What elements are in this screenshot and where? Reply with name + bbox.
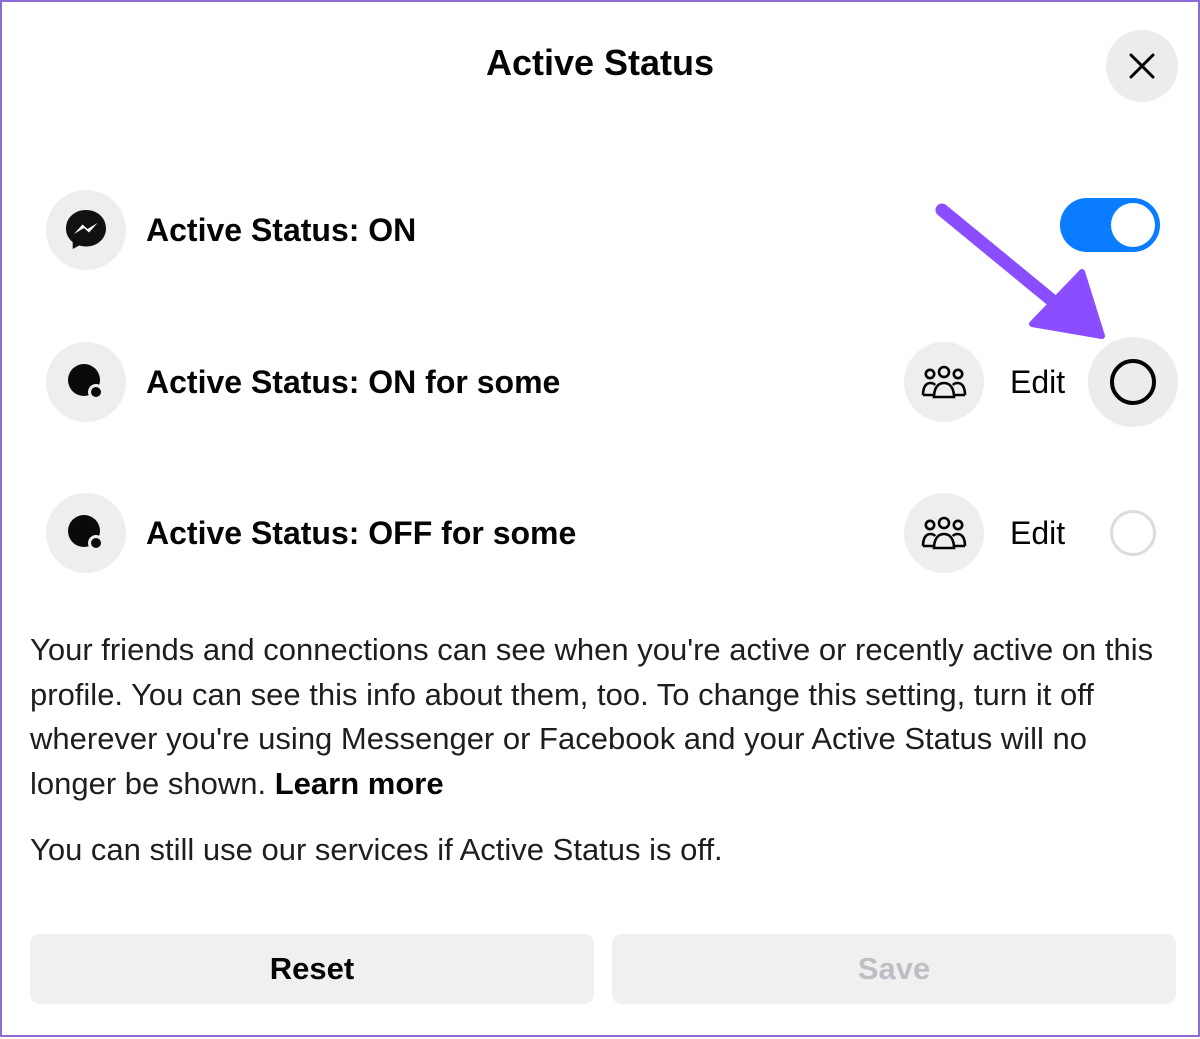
people-icon [921, 516, 967, 550]
active-status-toggle[interactable] [1060, 198, 1160, 252]
toggle-knob [1111, 203, 1155, 247]
reset-button[interactable]: Reset [30, 934, 594, 1004]
status-icon-badge [46, 493, 126, 573]
edit-link-off-for-some[interactable]: Edit [1010, 513, 1065, 553]
radio-circle [1110, 359, 1156, 405]
status-dot-icon [68, 515, 104, 551]
option-label-on: Active Status: ON [146, 212, 417, 248]
option-label-on-for-some: Active Status: ON for some [146, 364, 561, 400]
people-icon [921, 365, 967, 399]
save-button[interactable]: Save [612, 934, 1176, 1004]
edit-link-on-for-some[interactable]: Edit [1010, 362, 1065, 402]
radio-off-for-some[interactable] [1088, 488, 1178, 578]
radio-circle [1110, 510, 1156, 556]
close-button[interactable] [1106, 30, 1178, 102]
active-status-dialog: Active Status Active Status: ON Active S… [0, 0, 1200, 1037]
option-label-off-for-some: Active Status: OFF for some [146, 515, 577, 551]
dialog-title: Active Status [485, 42, 715, 83]
description-body: Your friends and connections can see whe… [30, 632, 1154, 801]
status-icon-badge [46, 342, 126, 422]
messenger-icon-badge [46, 190, 126, 270]
services-note: You can still use our services if Active… [30, 832, 723, 867]
learn-more-link[interactable]: Learn more [275, 766, 444, 801]
messenger-icon [66, 210, 106, 249]
people-select-button[interactable] [904, 493, 984, 573]
people-select-button[interactable] [904, 342, 984, 422]
description-text: Your friends and connections can see whe… [30, 628, 1180, 806]
radio-on-for-some[interactable] [1088, 337, 1178, 427]
status-dot-icon [68, 364, 104, 400]
close-icon [1129, 53, 1155, 79]
